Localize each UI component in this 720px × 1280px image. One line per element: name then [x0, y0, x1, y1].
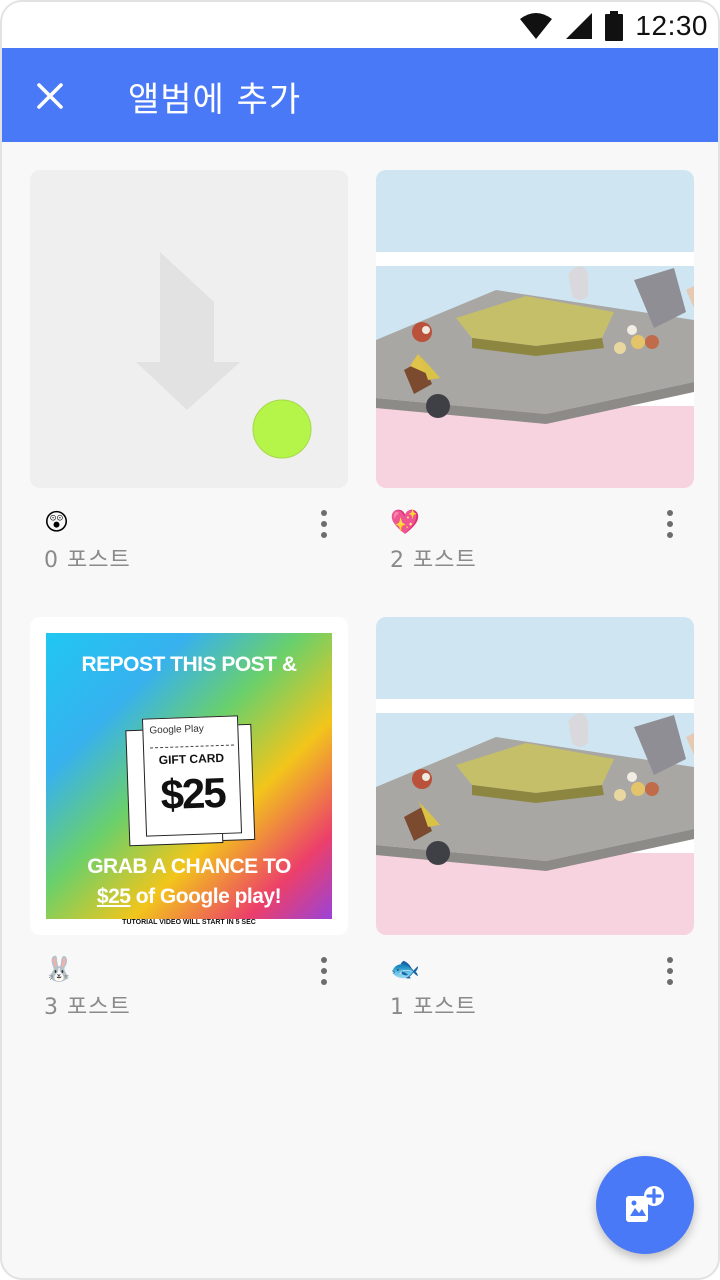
scene-image — [376, 170, 694, 488]
close-button[interactable] — [24, 70, 76, 122]
album-emoji: 🐟 — [390, 955, 420, 983]
more-vert-dot — [667, 979, 673, 985]
scene-image — [376, 617, 694, 935]
album-meta: 🐰 3 포스트 — [30, 935, 348, 1035]
status-icons: 12:30 — [519, 8, 708, 44]
album-post-count: 2 포스트 — [390, 548, 477, 573]
album-emoji: 💖 — [390, 508, 420, 536]
more-vert-dot — [667, 532, 673, 538]
battery-icon — [605, 11, 624, 41]
more-options-button[interactable] — [656, 951, 684, 991]
more-vert-dot — [321, 968, 327, 974]
more-vert-icon — [321, 957, 327, 963]
album-post-count: 3 포스트 — [44, 995, 131, 1020]
device-screen: 12:30 앨범에 추가 😲 0 포스트 💖 2 포스트 REPOST THIS… — [0, 0, 720, 1280]
gift-card-label: GIFT CARD — [158, 750, 225, 768]
promo-line1: GRAB A CHANCE TO — [87, 855, 291, 878]
album-thumbnail[interactable] — [376, 617, 694, 935]
google-play-label: Google Play — [149, 723, 205, 737]
album-post-count: 1 포스트 — [390, 995, 477, 1020]
promo-footer: TUTORIAL VIDEO WILL START IN 5 SEC — [122, 919, 256, 926]
more-options-button[interactable] — [310, 504, 338, 544]
download-arrow-icon — [136, 252, 312, 459]
promo-line2-amount: $25 — [96, 885, 131, 908]
album-meta: 😲 0 포스트 — [30, 488, 348, 588]
more-vert-dot — [321, 979, 327, 985]
status-bar: 12:30 — [2, 2, 718, 48]
more-vert-dot — [667, 968, 673, 974]
wifi-icon — [520, 13, 553, 39]
album-thumbnail[interactable] — [30, 170, 348, 488]
signal-icon — [566, 13, 593, 39]
close-icon — [37, 83, 63, 109]
album-card[interactable]: 🐟 1 포스트 — [376, 617, 694, 1035]
album-emoji: 😲 — [44, 508, 70, 536]
album-card[interactable]: 💖 2 포스트 — [376, 170, 694, 588]
album-meta: 💖 2 포스트 — [376, 488, 694, 588]
new-album-button[interactable] — [596, 1156, 694, 1254]
status-time: 12:30 — [635, 10, 708, 41]
more-vert-icon — [667, 510, 673, 516]
promo-image: REPOST THIS POST & Google Play GIFT CARD… — [30, 617, 348, 935]
gift-card-graphic: Google Play GIFT CARD $25 — [141, 715, 243, 837]
album-thumbnail[interactable] — [376, 170, 694, 488]
more-vert-dot — [667, 521, 673, 527]
promo-banner: REPOST THIS POST & Google Play GIFT CARD… — [46, 633, 332, 919]
promo-line2: $25 of Google play! — [46, 885, 332, 909]
gift-card-amount: $25 — [159, 768, 226, 819]
album-post-count: 0 포스트 — [44, 548, 131, 573]
album-emoji: 🐰 — [44, 955, 74, 983]
app-bar: 앨범에 추가 — [2, 48, 718, 142]
promo-line2-rest: of Google play! — [130, 885, 282, 908]
add-photo-alternate-icon — [626, 1186, 664, 1222]
more-vert-icon — [321, 510, 327, 516]
album-meta: 🐟 1 포스트 — [376, 935, 694, 1035]
more-vert-icon — [667, 957, 673, 963]
promo-headline: REPOST THIS POST & — [81, 653, 297, 676]
page-title: 앨범에 추가 — [128, 80, 302, 120]
album-thumbnail[interactable]: REPOST THIS POST & Google Play GIFT CARD… — [30, 617, 348, 935]
more-options-button[interactable] — [310, 951, 338, 991]
more-options-button[interactable] — [656, 504, 684, 544]
more-vert-dot — [321, 521, 327, 527]
album-card[interactable]: REPOST THIS POST & Google Play GIFT CARD… — [30, 617, 348, 1035]
album-card[interactable]: 😲 0 포스트 — [30, 170, 348, 588]
more-vert-dot — [321, 532, 327, 538]
